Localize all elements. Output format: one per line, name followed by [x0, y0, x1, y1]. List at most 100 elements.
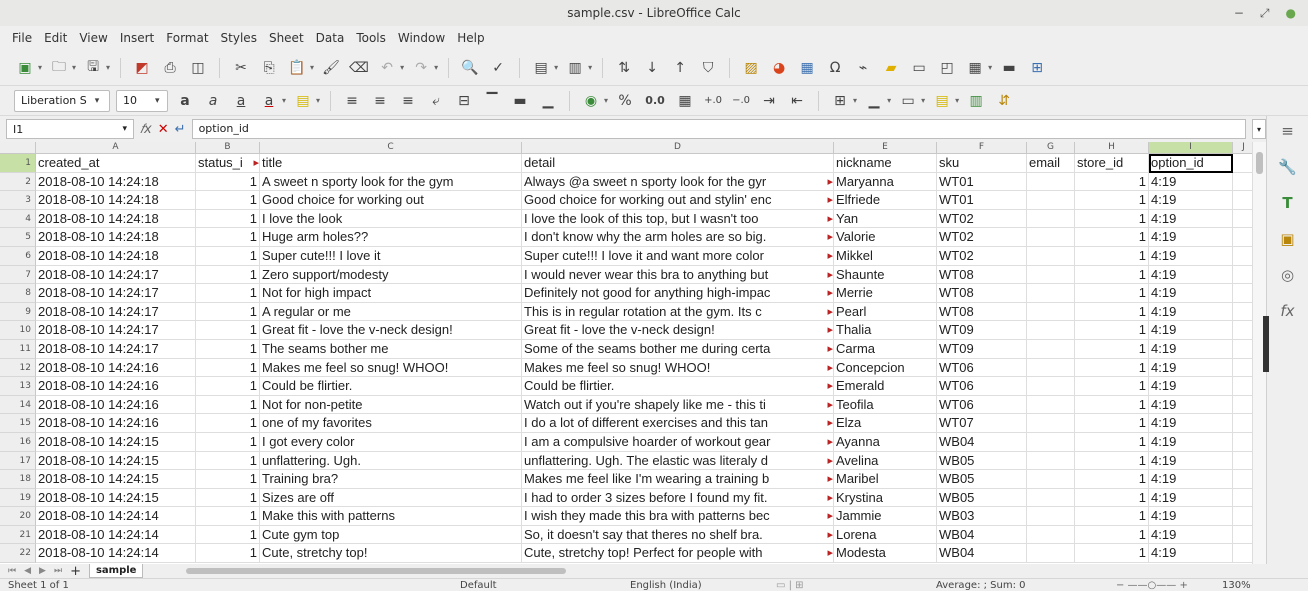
- cell-d[interactable]: I love the look of this top, but I wasn'…: [522, 209, 834, 229]
- split-window-icon[interactable]: ▬: [998, 57, 1020, 79]
- row-header[interactable]: 15: [0, 414, 36, 433]
- row-header[interactable]: 8: [0, 284, 36, 303]
- cell-h[interactable]: 1: [1075, 228, 1149, 247]
- cell-e[interactable]: Krystina: [834, 488, 937, 508]
- menu-view[interactable]: View: [73, 31, 113, 45]
- cell-e[interactable]: Carma: [834, 339, 937, 359]
- cell-g[interactable]: [1027, 302, 1075, 322]
- cell-i[interactable]: 4:19: [1149, 525, 1233, 545]
- cell-i[interactable]: 4:19: [1149, 228, 1233, 247]
- row-header[interactable]: 12: [0, 358, 36, 378]
- cell-f[interactable]: WB05: [937, 470, 1027, 489]
- highlight-color-icon[interactable]: ▤: [292, 90, 314, 112]
- cell-d[interactable]: So, it doesn't say that theres no shelf …: [522, 525, 834, 545]
- minimize-button[interactable]: −: [1234, 0, 1244, 26]
- cell-b[interactable]: 1: [196, 507, 260, 526]
- cell-f[interactable]: WT06: [937, 395, 1027, 415]
- last-sheet-icon[interactable]: ⏭: [54, 566, 62, 576]
- cell-e[interactable]: Modesta: [834, 544, 937, 564]
- cell-i[interactable]: 4:19: [1149, 191, 1233, 210]
- functions-icon[interactable]: fx: [1277, 300, 1299, 322]
- cell-b[interactable]: 1: [196, 321, 260, 340]
- cell-d[interactable]: Makes me feel like I'm wearing a trainin…: [522, 470, 834, 489]
- insert-mode-icon[interactable]: ▭ | ⊞: [776, 580, 856, 591]
- cell-f[interactable]: WB03: [937, 507, 1027, 526]
- cell-f[interactable]: WT08: [937, 302, 1027, 322]
- cell-i[interactable]: 4:19: [1149, 209, 1233, 229]
- cell-c[interactable]: Not for non-petite: [260, 395, 522, 415]
- cell-d[interactable]: Always @a sweet n sporty look for the gy…: [522, 172, 834, 192]
- cell-h[interactable]: 1: [1075, 377, 1149, 396]
- header-cell[interactable]: option_id: [1149, 154, 1233, 173]
- spreadsheet-grid[interactable]: A B C D E F G H I J 1 created_at status_…: [0, 142, 1266, 564]
- vertical-scroll-thumb[interactable]: [1256, 152, 1263, 174]
- menu-styles[interactable]: Styles: [215, 31, 263, 45]
- freeze-dropdown-icon[interactable]: ▾: [988, 63, 992, 72]
- cell-g[interactable]: [1027, 321, 1075, 340]
- cell-f[interactable]: WT06: [937, 358, 1027, 378]
- delete-decimal-icon[interactable]: −.0: [730, 90, 752, 112]
- cell-c[interactable]: A regular or me: [260, 302, 522, 322]
- cell-c[interactable]: Training bra?: [260, 470, 522, 489]
- cell-e[interactable]: Yan: [834, 209, 937, 229]
- cell-d[interactable]: I wish they made this bra with patterns …: [522, 507, 834, 526]
- formula-input[interactable]: option_id: [191, 119, 1246, 139]
- cell-i[interactable]: 4:19: [1149, 339, 1233, 359]
- row-header[interactable]: 20: [0, 507, 36, 526]
- function-wizard-icon[interactable]: 𝑓x: [140, 122, 152, 137]
- cell-g[interactable]: [1027, 488, 1075, 508]
- cell-d[interactable]: unflattering. Ugh. The elastic was liter…: [522, 451, 834, 471]
- font-name-combobox[interactable]: Liberation S ▾: [14, 89, 110, 112]
- cell-h[interactable]: 1: [1075, 246, 1149, 266]
- language[interactable]: English (India): [600, 580, 776, 591]
- next-sheet-icon[interactable]: ▶: [39, 566, 46, 576]
- cell-i[interactable]: 4:19: [1149, 507, 1233, 526]
- cell-g[interactable]: [1027, 339, 1075, 359]
- cell-i[interactable]: 4:19: [1149, 302, 1233, 322]
- cell-h[interactable]: 1: [1075, 265, 1149, 285]
- cancel-icon[interactable]: ✕: [158, 122, 169, 137]
- cell-f[interactable]: WT08: [937, 265, 1027, 285]
- row-header[interactable]: 14: [0, 395, 36, 415]
- cell-g[interactable]: [1027, 525, 1075, 545]
- cell-f[interactable]: WT01: [937, 191, 1027, 210]
- name-box[interactable]: I1 ▾: [6, 119, 134, 139]
- cell-e[interactable]: Elza: [834, 414, 937, 433]
- merge-cells-icon[interactable]: ⊟: [453, 90, 475, 112]
- styles-icon[interactable]: T: [1277, 192, 1299, 214]
- cell-f[interactable]: WT09: [937, 321, 1027, 340]
- new-dropdown-icon[interactable]: ▾: [38, 63, 42, 72]
- number-format-button[interactable]: 0.0: [642, 90, 668, 112]
- cell-g[interactable]: [1027, 284, 1075, 303]
- cell-a[interactable]: 2018-08-10 14:24:18: [36, 228, 196, 247]
- cell-h[interactable]: 1: [1075, 470, 1149, 489]
- row-header[interactable]: 10: [0, 321, 36, 340]
- cell-g[interactable]: [1027, 507, 1075, 526]
- cell-a[interactable]: 2018-08-10 14:24:16: [36, 414, 196, 433]
- align-right-icon[interactable]: ≡: [397, 90, 419, 112]
- menu-tools[interactable]: Tools: [350, 31, 392, 45]
- cell-g[interactable]: [1027, 172, 1075, 192]
- sidebar-menu-icon[interactable]: ≡: [1277, 120, 1299, 142]
- cell-a[interactable]: 2018-08-10 14:24:14: [36, 544, 196, 564]
- header-cell[interactable]: store_id: [1075, 154, 1149, 173]
- header-cell[interactable]: email: [1027, 154, 1075, 173]
- row-header[interactable]: 17: [0, 451, 36, 471]
- cell-a[interactable]: 2018-08-10 14:24:18: [36, 246, 196, 266]
- cell-b[interactable]: 1: [196, 228, 260, 247]
- name-box-dropdown-icon[interactable]: ▾: [122, 124, 127, 134]
- menu-insert[interactable]: Insert: [114, 31, 160, 45]
- cell-b[interactable]: 1: [196, 414, 260, 433]
- cell-a[interactable]: 2018-08-10 14:24:14: [36, 525, 196, 545]
- page-style[interactable]: Default: [170, 580, 600, 591]
- font-color-dropdown-icon[interactable]: ▾: [282, 96, 286, 105]
- cell-c[interactable]: Super cute!!! I love it: [260, 246, 522, 266]
- cell-e[interactable]: Emerald: [834, 377, 937, 396]
- cell-e[interactable]: Shaunte: [834, 265, 937, 285]
- cell-i[interactable]: 4:19: [1149, 358, 1233, 378]
- cell-h[interactable]: 1: [1075, 339, 1149, 359]
- cell-c[interactable]: I love the look: [260, 209, 522, 229]
- cell-f[interactable]: WT01: [937, 172, 1027, 192]
- cell-g[interactable]: [1027, 209, 1075, 229]
- cell-h[interactable]: 1: [1075, 525, 1149, 545]
